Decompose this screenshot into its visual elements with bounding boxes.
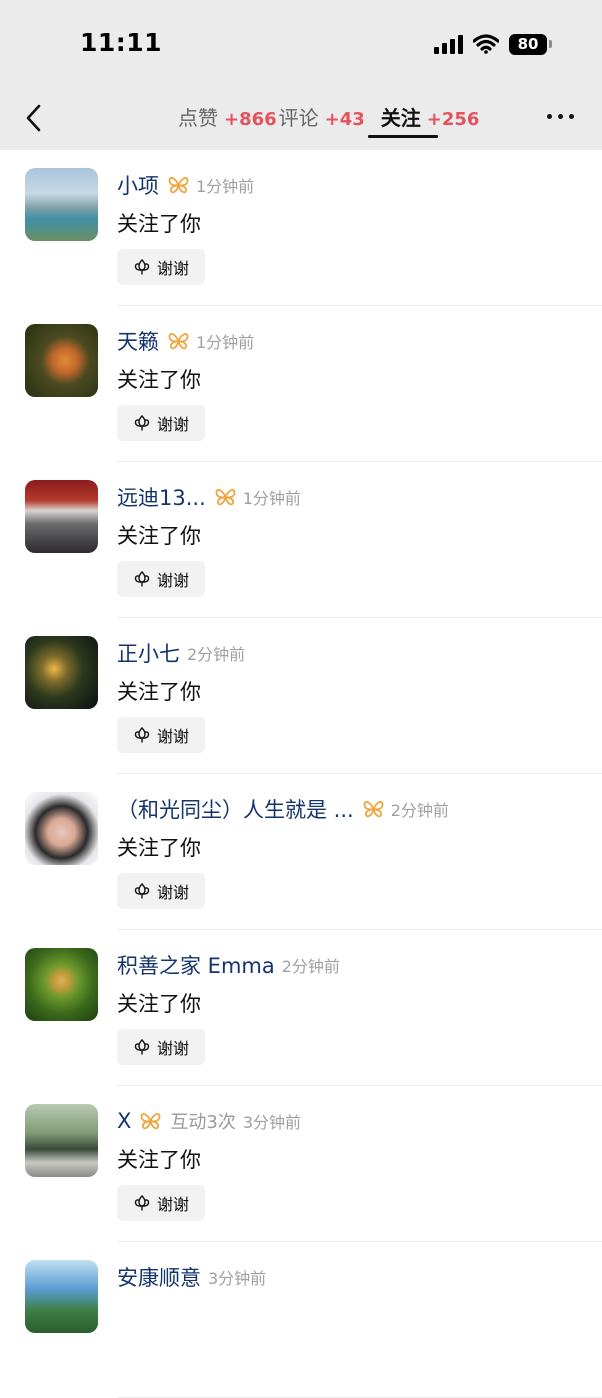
status-icons: 80 [434,31,552,57]
more-dots-icon [547,114,552,119]
timestamp: 1分钟前 [242,489,301,508]
user-name[interactable]: 正小七 [117,638,180,668]
thanks-label: 谢谢 [156,1195,189,1214]
timestamp: 3分钟前 [208,1269,267,1288]
tab-comments[interactable]: 评论 +43 [279,102,367,131]
action-text: 关注了你 [117,992,201,1016]
action-text: 关注了你 [117,368,201,392]
thanks-button[interactable]: 谢谢 [117,717,205,753]
timestamp: 1分钟前 [196,333,255,352]
flower-icon [134,571,150,587]
vip-butterfly-icon [363,801,384,818]
tab-count: +866 [224,109,277,130]
user-name[interactable]: 小项 [117,170,159,200]
list-item[interactable]: 积善之家 Emma 2分钟前 关注了你 谢谢 [0,930,602,1086]
notification-list: 小项 1分钟前 关注了你 谢谢 天籁 1分钟前 关注了你 谢谢 远迪13... … [0,150,602,1398]
timestamp: 2分钟前 [187,645,246,664]
thanks-label: 谢谢 [156,727,189,746]
top-bar: 11:11 80 点赞 +866 评论 +43 关注 +256 [0,0,602,150]
avatar[interactable] [25,792,98,865]
tab-bar: 点赞 +866 评论 +43 关注 +256 [178,102,482,138]
thanks-label: 谢谢 [156,259,189,278]
nav-bar: 点赞 +866 评论 +43 关注 +256 [0,92,602,144]
user-name[interactable]: （和光同尘）人生就是 ... [117,794,354,824]
avatar[interactable] [25,324,98,397]
user-name[interactable]: 积善之家 Emma [117,950,275,980]
cellular-signal-icon [434,34,463,54]
user-name[interactable]: X [117,1109,131,1133]
flower-icon [134,1039,150,1055]
timestamp: 2分钟前 [390,801,449,820]
user-name[interactable]: 安康顺意 [117,1262,201,1292]
thanks-label: 谢谢 [156,415,189,434]
interaction-count: 互动3次 [170,1112,236,1133]
timestamp: 2分钟前 [281,957,340,976]
user-name[interactable]: 天籁 [117,326,159,356]
flower-icon [134,1195,150,1211]
tab-label: 评论 [278,106,319,130]
thanks-button[interactable]: 谢谢 [117,249,205,285]
list-item[interactable]: 正小七 2分钟前 关注了你 谢谢 [0,618,602,774]
list-item[interactable]: （和光同尘）人生就是 ... 2分钟前 关注了你 谢谢 [0,774,602,930]
tab-count: +43 [324,109,365,130]
list-item[interactable]: 小项 1分钟前 关注了你 谢谢 [0,150,602,306]
flower-icon [134,259,150,275]
action-text: 关注了你 [117,524,201,548]
thanks-button[interactable]: 谢谢 [117,405,205,441]
flower-icon [134,883,150,899]
thanks-button[interactable]: 谢谢 [117,1029,205,1065]
avatar[interactable] [25,948,98,1021]
thanks-label: 谢谢 [156,571,189,590]
timestamp: 3分钟前 [242,1113,302,1132]
battery-icon: 80 [509,33,552,55]
back-button[interactable] [20,100,50,136]
action-text: 关注了你 [117,836,201,860]
active-tab-indicator [367,135,438,138]
avatar[interactable] [25,168,98,241]
vip-butterfly-icon [168,333,189,350]
battery-level: 80 [509,33,547,55]
list-item[interactable]: X 互动3次 3分钟前 关注了你 谢谢 [0,1086,602,1242]
avatar[interactable] [25,1104,98,1177]
thanks-label: 谢谢 [156,883,189,902]
tab-follows[interactable]: 关注 +256 [367,102,482,138]
action-text: 关注了你 [117,212,201,236]
flower-icon [134,415,150,431]
timestamp: 1分钟前 [196,177,255,196]
action-text: 关注了你 [117,1148,201,1172]
list-item[interactable]: 远迪13... 1分钟前 关注了你 谢谢 [0,462,602,618]
thanks-button[interactable]: 谢谢 [117,873,205,909]
avatar[interactable] [25,636,98,709]
thanks-label: 谢谢 [156,1039,189,1058]
more-button[interactable] [547,114,574,119]
thanks-button[interactable]: 谢谢 [117,561,205,597]
vip-butterfly-icon [168,177,189,194]
tab-count: +256 [426,109,480,130]
avatar[interactable] [25,480,98,553]
status-time: 11:11 [80,28,163,57]
vip-butterfly-icon [215,489,236,506]
tab-label: 关注 [380,106,421,130]
avatar[interactable] [25,1260,98,1333]
tab-label: 点赞 [178,106,218,130]
tab-likes[interactable]: 点赞 +866 [178,102,279,131]
user-name[interactable]: 远迪13... [117,482,206,512]
chevron-left-icon [26,104,41,132]
wifi-icon [473,34,499,54]
action-text: 关注了你 [117,680,201,704]
list-item[interactable]: 天籁 1分钟前 关注了你 谢谢 [0,306,602,462]
thanks-button[interactable]: 谢谢 [117,1185,205,1221]
list-item[interactable]: 安康顺意 3分钟前 [0,1242,602,1398]
vip-butterfly-icon [140,1113,161,1130]
flower-icon [134,727,150,743]
